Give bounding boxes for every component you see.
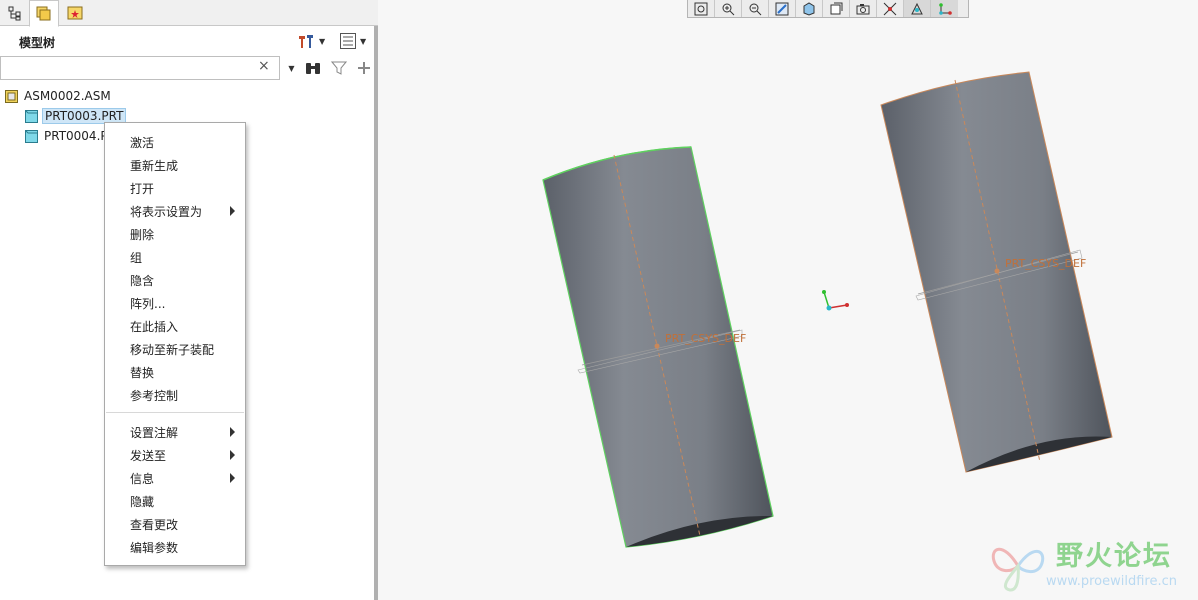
zoom-in-button[interactable]	[715, 0, 742, 17]
repaint-icon	[775, 2, 789, 15]
cylinder-part-prt0004[interactable]: PRT_CSYS_DEF	[880, 71, 1113, 473]
csys-label: PRT_CSYS_DEF	[665, 332, 746, 345]
perspective-icon	[883, 2, 897, 15]
zoom-out-icon	[749, 3, 762, 15]
csys-display-button[interactable]	[931, 0, 958, 17]
csys-triad-icon	[822, 290, 849, 311]
refit-icon	[694, 2, 708, 15]
csys-label: PRT_CSYS_DEF	[1005, 257, 1086, 270]
datum-display-button[interactable]	[904, 0, 931, 17]
watermark-url: www.proewildfire.cn	[1046, 574, 1177, 589]
saved-views-icon	[830, 2, 843, 14]
display-style-button[interactable]	[796, 0, 823, 17]
watermark-title: 野火论坛	[1056, 541, 1172, 572]
shaded-cube-icon	[803, 1, 815, 16]
repaint-button[interactable]	[769, 0, 796, 17]
cylinder-part-prt0003[interactable]: PRT_CSYS_DEF	[542, 146, 774, 548]
csys-display-icon	[938, 2, 952, 15]
view-manager-button[interactable]	[850, 0, 877, 17]
forum-watermark: 野火论坛 www.proewildfire.cn	[988, 530, 1188, 596]
refit-button[interactable]	[688, 0, 715, 17]
zoom-in-icon	[722, 3, 735, 15]
view-toolbar	[687, 0, 969, 18]
perspective-button[interactable]	[877, 0, 904, 17]
zoom-out-button[interactable]	[742, 0, 769, 17]
saved-orientations-button[interactable]	[823, 0, 850, 17]
model-viewport: PRT_CSYS_DEF PRT_CSYS_DEF	[542, 71, 1113, 548]
datum-display-icon	[911, 2, 923, 14]
butterfly-logo-icon	[991, 547, 1045, 592]
camera-icon	[856, 3, 870, 14]
